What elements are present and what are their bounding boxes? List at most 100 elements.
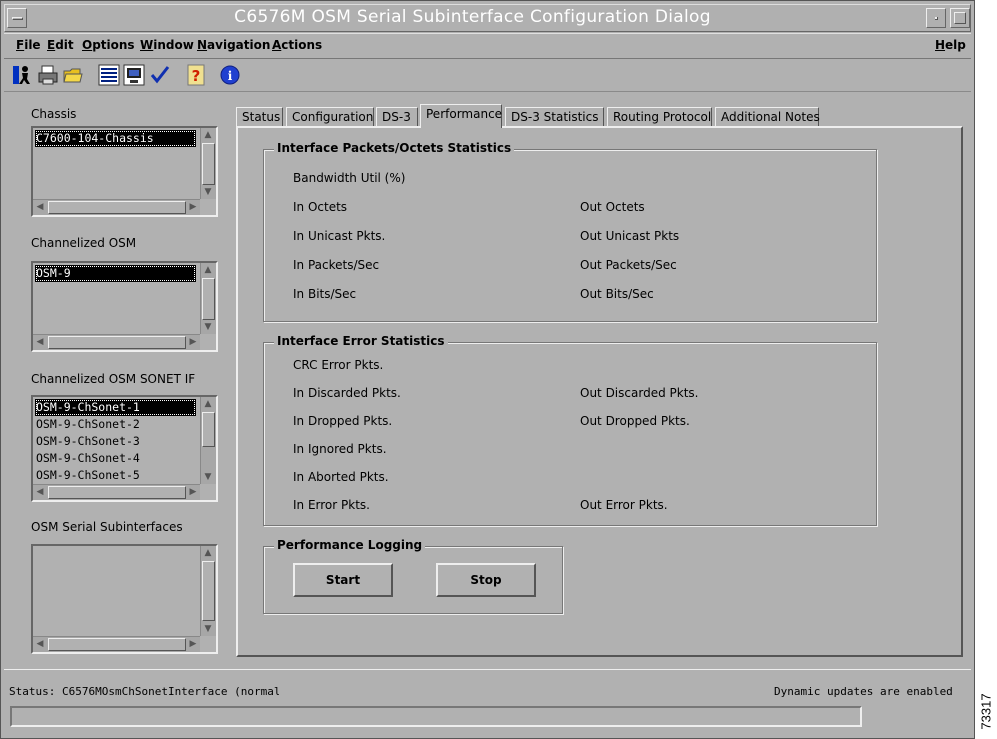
performance-panel: Interface Packets/Octets Statistics Band…: [236, 126, 963, 657]
tab-performance[interactable]: Performance: [420, 104, 502, 128]
scroll-right-icon[interactable]: ▶: [186, 485, 200, 499]
scroll-left-icon[interactable]: ◀: [33, 485, 47, 499]
scroll-thumb[interactable]: [48, 638, 186, 651]
bandwidth-util-label: Bandwidth Util (%): [293, 171, 406, 185]
list-item[interactable]: OSM-9: [35, 265, 196, 282]
scroll-left-icon[interactable]: ◀: [33, 637, 47, 651]
menu-window[interactable]: Window: [140, 38, 194, 52]
scroll-thumb[interactable]: [202, 561, 215, 621]
out-packets-sec-label: Out Packets/Sec: [580, 258, 677, 272]
monitor-icon[interactable]: [122, 63, 146, 87]
chassis-list[interactable]: C7600-104-Chassis ▲ ▼ ◀ ▶: [31, 126, 218, 217]
out-discarded-label: Out Discarded Pkts.: [580, 386, 699, 400]
minimize-icon: [935, 17, 938, 20]
maximize-button[interactable]: [950, 8, 970, 28]
printer-icon[interactable]: [36, 63, 60, 87]
group-title: Performance Logging: [274, 538, 426, 552]
in-ignored-label: In Ignored Pkts.: [293, 442, 387, 456]
list-item[interactable]: C7600-104-Chassis: [35, 130, 196, 147]
start-button[interactable]: Start: [293, 563, 393, 597]
in-aborted-label: In Aborted Pkts.: [293, 470, 389, 484]
window-menu-icon: [12, 17, 23, 20]
serial-subinterfaces-label: OSM Serial Subinterfaces: [31, 520, 183, 534]
in-bits-sec-label: In Bits/Sec: [293, 287, 357, 301]
horizontal-scrollbar[interactable]: ◀ ▶: [33, 199, 200, 215]
stop-button[interactable]: Stop: [436, 563, 536, 597]
scroll-right-icon[interactable]: ▶: [186, 335, 200, 349]
packets-octets-group: Interface Packets/Octets Statistics Band…: [263, 141, 877, 322]
tab-configuration[interactable]: Configuration: [286, 107, 374, 127]
in-discarded-label: In Discarded Pkts.: [293, 386, 401, 400]
in-octets-label: In Octets: [293, 200, 348, 214]
in-packets-sec-label: In Packets/Sec: [293, 258, 380, 272]
out-unicast-label: Out Unicast Pkts: [580, 229, 680, 243]
menu-navigation[interactable]: Navigation: [197, 38, 270, 52]
menu-bar: File Edit Options Window Navigation Acti…: [4, 33, 971, 59]
help-icon[interactable]: ?: [184, 63, 208, 87]
checkmark-icon[interactable]: [148, 63, 172, 87]
dialog-window: C6576M OSM Serial Subinterface Configura…: [0, 0, 975, 739]
maximize-icon: [954, 12, 966, 24]
performance-logging-group: Performance Logging Start Stop: [263, 538, 563, 614]
menu-edit[interactable]: Edit: [47, 38, 74, 52]
scroll-up-icon[interactable]: ▲: [201, 397, 215, 411]
vertical-scrollbar[interactable]: ▲ ▼: [200, 546, 216, 636]
dynamic-updates-text: Dynamic updates are enabled: [774, 685, 953, 698]
horizontal-scrollbar[interactable]: ◀ ▶: [33, 334, 200, 350]
list-item[interactable]: OSM-9-ChSonet-2: [35, 416, 196, 433]
list-item[interactable]: OSM-9-ChSonet-3: [35, 433, 196, 450]
window-menu-button[interactable]: [7, 8, 27, 28]
horizontal-scrollbar[interactable]: ◀ ▶: [33, 636, 200, 652]
scroll-thumb[interactable]: [48, 336, 186, 349]
group-title: Interface Error Statistics: [274, 334, 448, 348]
serial-subinterfaces-list[interactable]: ▲ ▼ ◀ ▶: [31, 544, 218, 654]
menu-file[interactable]: File: [16, 38, 41, 52]
scroll-down-icon[interactable]: ▼: [201, 470, 215, 484]
scroll-right-icon[interactable]: ▶: [186, 200, 200, 214]
scroll-thumb[interactable]: [202, 278, 215, 320]
info-icon[interactable]: i: [218, 63, 242, 87]
tab-ds3[interactable]: DS-3: [376, 107, 418, 127]
minimize-button[interactable]: [926, 8, 946, 28]
vertical-scrollbar[interactable]: ▲ ▼: [200, 263, 216, 334]
sonet-if-list[interactable]: OSM-9-ChSonet-1 OSM-9-ChSonet-2 OSM-9-Ch…: [31, 395, 218, 502]
scroll-up-icon[interactable]: ▲: [201, 263, 215, 277]
out-bits-sec-label: Out Bits/Sec: [580, 287, 654, 301]
title-bar[interactable]: C6576M OSM Serial Subinterface Configura…: [4, 4, 971, 32]
vertical-scrollbar[interactable]: ▲ ▼: [200, 397, 216, 484]
figure-number: 73317: [977, 690, 997, 730]
horizontal-scrollbar[interactable]: ◀ ▶: [33, 484, 200, 500]
tab-status[interactable]: Status: [236, 107, 283, 127]
scroll-thumb[interactable]: [202, 412, 215, 447]
scroll-right-icon[interactable]: ▶: [186, 637, 200, 651]
scroll-down-icon[interactable]: ▼: [201, 185, 215, 199]
list-item[interactable]: OSM-9-ChSonet-4: [35, 450, 196, 467]
tab-routing-protocol[interactable]: Routing Protocol: [607, 107, 712, 127]
vertical-scrollbar[interactable]: ▲ ▼: [200, 128, 216, 199]
scroll-down-icon[interactable]: ▼: [201, 320, 215, 334]
in-unicast-label: In Unicast Pkts.: [293, 229, 386, 243]
scroll-down-icon[interactable]: ▼: [201, 622, 215, 636]
list-item[interactable]: OSM-9-ChSonet-1: [35, 399, 196, 416]
scroll-up-icon[interactable]: ▲: [201, 546, 215, 560]
scroll-up-icon[interactable]: ▲: [201, 128, 215, 142]
toolbar: ? i: [4, 60, 971, 92]
scroll-thumb[interactable]: [202, 143, 215, 185]
scroll-left-icon[interactable]: ◀: [33, 200, 47, 214]
tab-ds3-statistics[interactable]: DS-3 Statistics: [505, 107, 604, 127]
list-icon[interactable]: [97, 63, 121, 87]
list-item[interactable]: OSM-9-ChSonet-5: [35, 467, 196, 484]
scroll-thumb[interactable]: [48, 486, 186, 499]
person-icon[interactable]: [10, 63, 34, 87]
window-title: C6576M OSM Serial Subinterface Configura…: [234, 7, 711, 27]
scroll-left-icon[interactable]: ◀: [33, 335, 47, 349]
channelized-osm-list[interactable]: OSM-9 ▲ ▼ ◀ ▶: [31, 261, 218, 352]
scroll-thumb[interactable]: [48, 201, 186, 214]
out-octets-label: Out Octets: [580, 200, 645, 214]
menu-actions[interactable]: Actions: [272, 38, 322, 52]
status-message-bar: [10, 706, 862, 727]
menu-help[interactable]: Help: [935, 38, 966, 52]
open-folder-icon[interactable]: [61, 63, 85, 87]
tab-additional-notes[interactable]: Additional Notes: [715, 107, 820, 127]
menu-options[interactable]: Options: [82, 38, 135, 52]
